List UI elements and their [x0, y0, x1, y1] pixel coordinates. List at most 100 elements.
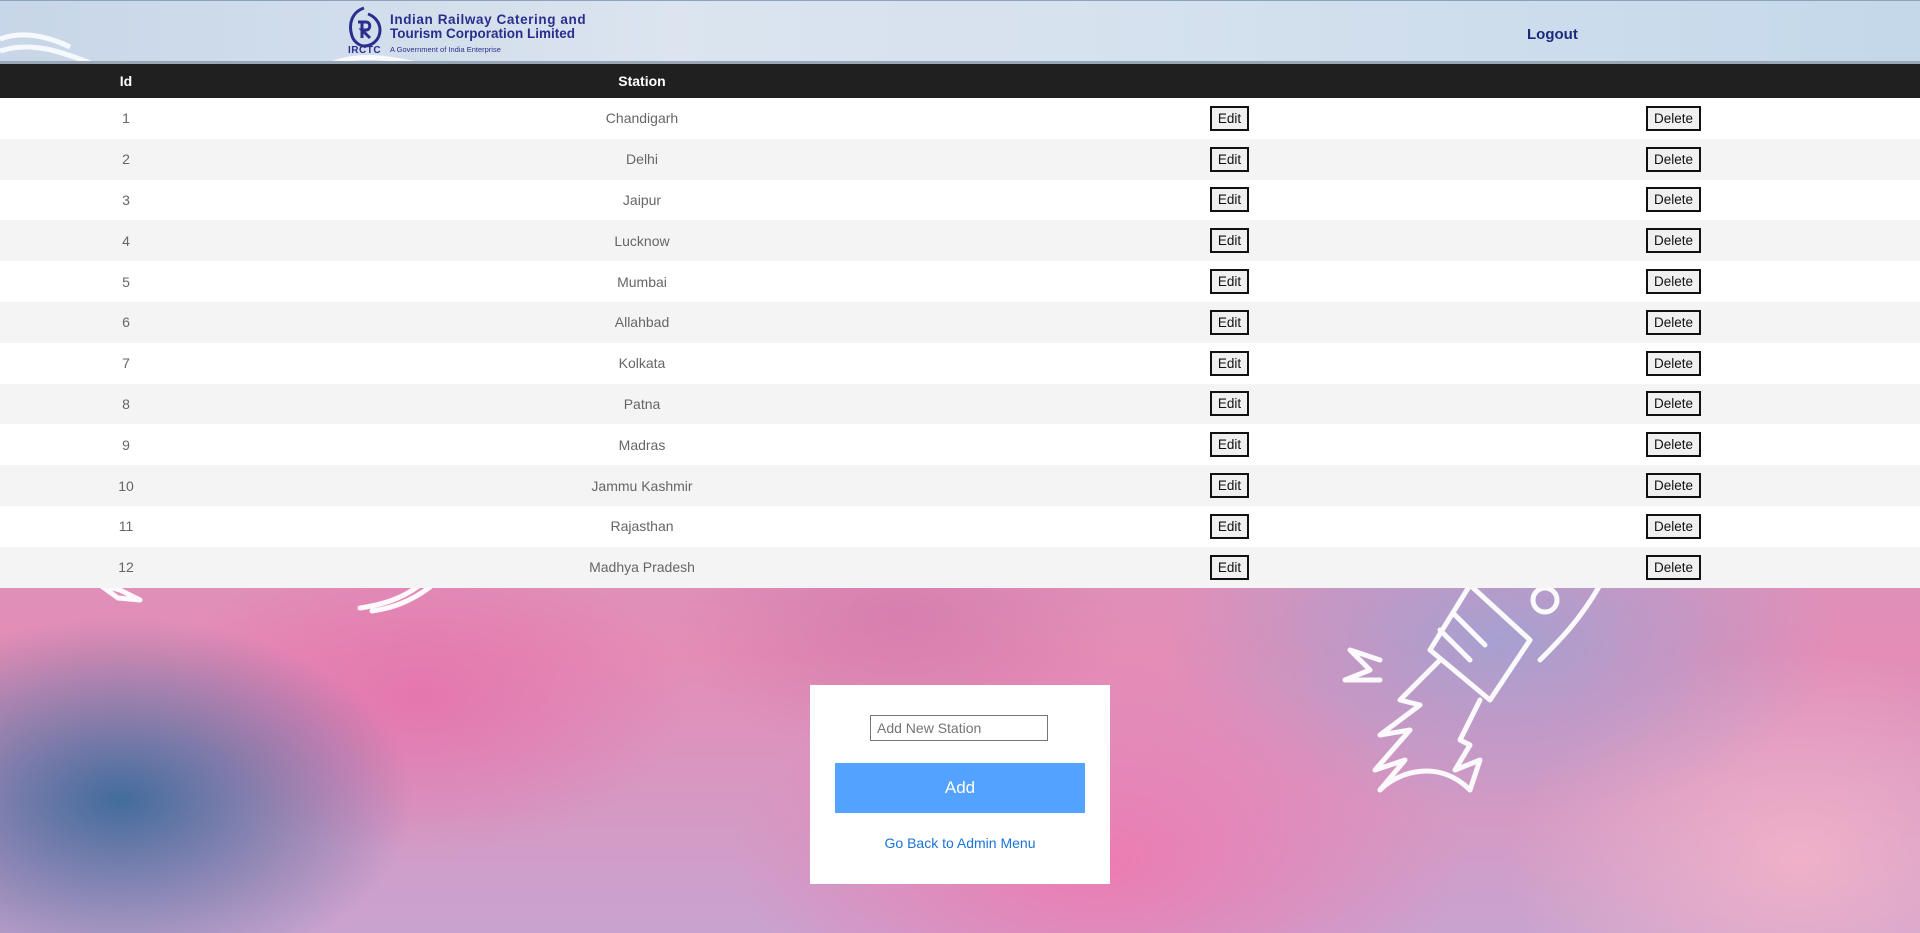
station-name: Jammu Kashmir	[591, 477, 693, 494]
delete-cell: Delete	[1427, 343, 1920, 384]
delete-button[interactable]: Delete	[1645, 391, 1702, 417]
edit-button[interactable]: Edit	[1209, 473, 1250, 499]
add-station-input[interactable]	[870, 715, 1048, 741]
edit-button[interactable]: Edit	[1209, 391, 1250, 417]
delete-button[interactable]: Delete	[1645, 513, 1702, 539]
column-header-edit	[1032, 64, 1427, 98]
station-name: Jaipur	[622, 191, 662, 208]
edit-button[interactable]: Edit	[1209, 269, 1250, 295]
station-name: Kolkata	[618, 355, 666, 372]
edit-button[interactable]: Edit	[1209, 105, 1250, 131]
organization-tagline: A Government of India Enterprise	[390, 45, 501, 54]
delete-button[interactable]: Delete	[1645, 269, 1702, 295]
table-row: 5 Mumbai Edit Delete	[0, 261, 1920, 302]
edit-cell: Edit	[1032, 506, 1427, 547]
logout-link[interactable]: Logout	[1527, 26, 1578, 43]
station-id: 5	[122, 273, 130, 290]
delete-cell: Delete	[1427, 384, 1920, 425]
table-row: 2 Delhi Edit Delete	[0, 138, 1920, 180]
station-id: 3	[122, 191, 130, 208]
station-name: Mumbai	[617, 273, 667, 290]
delete-button[interactable]: Delete	[1645, 554, 1702, 580]
station-name: Lucknow	[614, 232, 670, 249]
edit-cell: Edit	[1032, 465, 1427, 506]
station-id: 6	[122, 314, 130, 331]
delete-button[interactable]: Delete	[1645, 105, 1702, 131]
delete-button[interactable]: Delete	[1645, 309, 1702, 335]
edit-cell: Edit	[1032, 343, 1427, 384]
delete-button[interactable]: Delete	[1645, 473, 1702, 499]
edit-cell: Edit	[1032, 302, 1427, 343]
delete-cell: Delete	[1427, 139, 1920, 180]
back-to-admin-menu-link[interactable]: Go Back to Admin Menu	[810, 835, 1110, 851]
edit-cell: Edit	[1032, 384, 1427, 425]
edit-cell: Edit	[1032, 180, 1427, 221]
station-name: Allahbad	[614, 314, 670, 331]
station-id: 9	[122, 436, 130, 453]
delete-cell: Delete	[1427, 465, 1920, 506]
edit-button[interactable]: Edit	[1209, 513, 1250, 539]
edit-button[interactable]: Edit	[1209, 554, 1250, 580]
delete-button[interactable]: Delete	[1645, 350, 1702, 376]
table-row: 4 Lucknow Edit Delete	[0, 220, 1920, 262]
column-header-delete	[1427, 64, 1920, 98]
table-row: 9 Madras Edit Delete	[0, 424, 1920, 466]
column-header-station: Station	[618, 73, 666, 89]
organization-name-line1: Indian Railway Catering and	[390, 12, 587, 27]
edit-cell: Edit	[1032, 424, 1427, 465]
station-name: Madras	[618, 436, 666, 453]
edit-cell: Edit	[1032, 220, 1427, 261]
table-row: 3 Jaipur Edit Delete	[0, 179, 1920, 221]
edit-cell: Edit	[1032, 139, 1427, 180]
delete-cell: Delete	[1427, 302, 1920, 343]
edit-cell: Edit	[1032, 98, 1427, 139]
edit-button[interactable]: Edit	[1209, 350, 1250, 376]
edit-button[interactable]: Edit	[1209, 432, 1250, 458]
table-row: 6 Allahbad Edit Delete	[0, 301, 1920, 343]
delete-cell: Delete	[1427, 506, 1920, 547]
table-row: 7 Kolkata Edit Delete	[0, 342, 1920, 384]
table-row: 12 Madhya Pradesh Edit Delete	[0, 546, 1920, 588]
table-row: 10 Jammu Kashmir Edit Delete	[0, 465, 1920, 506]
table-row: 11 Rajasthan Edit Delete	[0, 505, 1920, 547]
delete-cell: Delete	[1427, 424, 1920, 465]
delete-button[interactable]: Delete	[1645, 146, 1702, 172]
table-row: 1 Chandigarh Edit Delete	[0, 98, 1920, 139]
station-name: Rajasthan	[610, 518, 674, 535]
edit-button[interactable]: Edit	[1209, 187, 1250, 213]
delete-cell: Delete	[1427, 547, 1920, 588]
add-station-button[interactable]: Add	[835, 763, 1085, 813]
logo-caption: IRCTC	[348, 45, 382, 56]
table-header-row: Id Station	[0, 64, 1920, 98]
station-id: 1	[122, 110, 130, 127]
station-name: Patna	[623, 395, 661, 412]
delete-button[interactable]: Delete	[1645, 432, 1702, 458]
stations-table-body: 1 Chandigarh Edit Delete 2 Delhi Edit Delete 3 Ja…	[0, 98, 1920, 588]
station-id: 10	[118, 477, 134, 494]
edit-cell: Edit	[1032, 547, 1427, 588]
stations-table: Id Station 1 Chandigarh Edit Delete 2 Delhi Ed…	[0, 64, 1920, 588]
station-id: 4	[122, 232, 130, 249]
edit-button[interactable]: Edit	[1209, 309, 1250, 335]
delete-cell: Delete	[1427, 220, 1920, 261]
delete-button[interactable]: Delete	[1645, 228, 1702, 254]
edit-button[interactable]: Edit	[1209, 146, 1250, 172]
organization-name: Indian Railway Catering and Tourism Corp…	[390, 13, 586, 57]
column-header-id: Id	[119, 73, 133, 89]
station-id: 12	[118, 559, 134, 576]
table-row: 8 Patna Edit Delete	[0, 383, 1920, 425]
delete-cell: Delete	[1427, 261, 1920, 302]
station-name: Delhi	[626, 151, 658, 168]
delete-cell: Delete	[1427, 98, 1920, 139]
station-name: Madhya Pradesh	[589, 559, 695, 576]
station-id: 2	[122, 151, 130, 168]
delete-button[interactable]: Delete	[1645, 187, 1702, 213]
station-name: Chandigarh	[605, 110, 679, 127]
stations-table-container: Id Station 1 Chandigarh Edit Delete 2 Delhi Ed…	[0, 64, 1920, 588]
site-header: IRCTC Indian Railway Catering and Touris…	[0, 0, 1920, 64]
add-station-card: Add Go Back to Admin Menu	[810, 685, 1110, 884]
station-id: 7	[122, 355, 130, 372]
organization-name-line2: Tourism Corporation Limited	[390, 26, 575, 41]
edit-cell: Edit	[1032, 261, 1427, 302]
edit-button[interactable]: Edit	[1209, 228, 1250, 254]
